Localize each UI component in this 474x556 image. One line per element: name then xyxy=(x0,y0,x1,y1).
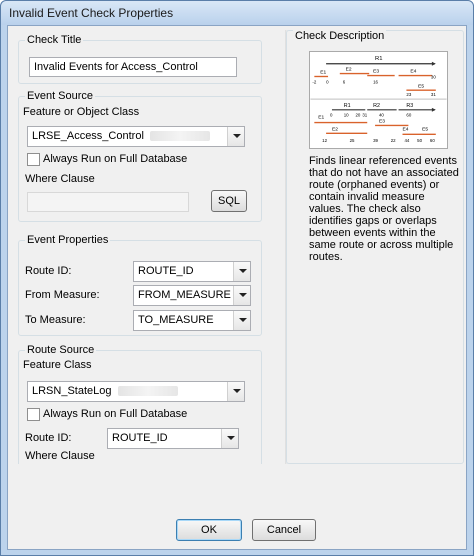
check-title-input[interactable]: Invalid Events for Access_Control xyxy=(29,57,237,77)
sql-button[interactable]: SQL xyxy=(211,190,247,212)
diagram-tick: 12 xyxy=(322,138,327,143)
redacted-text xyxy=(149,131,210,142)
to-measure-value: TO_MEASURE xyxy=(138,314,214,326)
diagram-tick: 16 xyxy=(373,79,378,84)
route-arrow-icon xyxy=(431,61,436,66)
diagram-tick: 31 xyxy=(431,92,436,97)
event-always-run-checkbox[interactable] xyxy=(27,153,40,166)
route-always-run-checkbox[interactable] xyxy=(27,408,40,421)
diagram-tick: 20 xyxy=(355,113,360,118)
chevron-down-icon[interactable] xyxy=(227,127,244,146)
dialog-window: Invalid Event Check Properties Check Tit… xyxy=(0,0,474,556)
diagram-tick: 40 xyxy=(379,113,384,118)
linear-referencing-diagram: R1 E2 E1 E3 E4 -2 0 6 16 30 E5 23 31 R1 … xyxy=(309,51,448,149)
diagram-tick: 30 xyxy=(431,74,436,79)
route-feature-class-combo[interactable]: LRSN_StateLog xyxy=(27,381,245,402)
diagram-tick: 50 xyxy=(417,138,422,143)
diagram-label: E4 xyxy=(410,69,416,75)
route-source-group: Route Source Feature Class LRSN_StateLog… xyxy=(18,344,262,464)
check-title-group-label: Check Title xyxy=(25,34,84,46)
redacted-text xyxy=(117,386,178,397)
cancel-button[interactable]: Cancel xyxy=(252,519,316,541)
route-source-route-id-combo[interactable]: ROUTE_ID xyxy=(107,428,239,449)
check-title-group: Check Title Invalid Events for Access_Co… xyxy=(18,34,262,84)
diagram-tick: 6 xyxy=(343,79,346,84)
diagram-label: E2 xyxy=(332,126,338,132)
route-id-value: ROUTE_ID xyxy=(138,265,194,277)
chevron-down-icon[interactable] xyxy=(227,382,244,401)
event-feature-class-combo[interactable]: LRSE_Access_Control xyxy=(27,126,245,147)
diagram-label: E1 xyxy=(320,70,326,76)
from-measure-label: From Measure: xyxy=(25,289,100,301)
event-source-group-label: Event Source xyxy=(25,90,96,102)
diagram-tick: 60 xyxy=(430,138,435,143)
event-feature-class-value: LRSE_Access_Control xyxy=(32,130,144,142)
check-description-group: Check Description R1 E2 E1 E3 E4 -2 0 6 … xyxy=(286,30,464,464)
event-source-group: Event Source Feature or Object Class LRS… xyxy=(18,90,262,222)
to-measure-combo[interactable]: TO_MEASURE xyxy=(133,310,251,331)
route-where-clause-label: Where Clause xyxy=(25,450,95,462)
chevron-down-icon[interactable] xyxy=(233,286,250,305)
title-bar[interactable]: Invalid Event Check Properties xyxy=(1,1,473,25)
event-properties-group: Event Properties Route ID: ROUTE_ID From… xyxy=(18,234,262,336)
route-arrow-icon xyxy=(431,107,436,112)
event-where-clause-input[interactable] xyxy=(27,192,189,212)
diagram-label: E3 xyxy=(379,119,385,125)
diagram-label: E5 xyxy=(422,126,428,132)
diagram-tick: 39 xyxy=(373,138,378,143)
diagram-label: E5 xyxy=(418,83,424,89)
diagram-tick: 23 xyxy=(406,92,411,97)
check-description-text: Finds linear referenced events that do n… xyxy=(309,155,459,263)
chevron-down-icon[interactable] xyxy=(221,429,238,448)
route-always-run-label: Always Run on Full Database xyxy=(43,408,188,420)
diagram-label: E3 xyxy=(373,69,379,75)
ok-button[interactable]: OK xyxy=(176,519,242,541)
to-measure-label: To Measure: xyxy=(25,314,86,326)
diagram-tick: 22 xyxy=(391,138,396,143)
diagram-label: E2 xyxy=(346,67,352,73)
diagram-tick: 44 xyxy=(404,138,409,143)
chevron-down-icon[interactable] xyxy=(233,311,250,330)
window-title: Invalid Event Check Properties xyxy=(9,6,174,20)
event-always-run-label: Always Run on Full Database xyxy=(43,153,188,165)
chevron-down-icon[interactable] xyxy=(233,262,250,281)
diagram-label: R1 xyxy=(344,103,351,109)
diagram-label: E1 xyxy=(318,115,324,121)
diagram-tick: 0 xyxy=(330,113,333,118)
route-source-route-id-value: ROUTE_ID xyxy=(112,432,168,444)
diagram-tick: 0 xyxy=(326,79,329,84)
dialog-client: Check Title Invalid Events for Access_Co… xyxy=(7,25,467,550)
check-description-group-label: Check Description xyxy=(293,30,387,42)
from-measure-combo[interactable]: FROM_MEASURE xyxy=(133,285,251,306)
route-source-route-id-label: Route ID: xyxy=(25,432,72,444)
diagram-tick: 60 xyxy=(406,113,411,118)
diagram-tick: 31 xyxy=(362,113,367,118)
properties-scroll-pane: Check Title Invalid Events for Access_Co… xyxy=(12,30,284,464)
diagram-tick: -2 xyxy=(312,79,316,84)
event-where-clause-label: Where Clause xyxy=(25,173,95,185)
route-id-label: Route ID: xyxy=(25,265,72,277)
route-feature-class-value: LRSN_StateLog xyxy=(32,385,112,397)
route-source-group-label: Route Source xyxy=(25,344,97,356)
event-properties-group-label: Event Properties xyxy=(25,234,111,246)
diagram-top-route-label: R1 xyxy=(375,56,383,62)
from-measure-value: FROM_MEASURE xyxy=(138,289,231,301)
route-id-combo[interactable]: ROUTE_ID xyxy=(133,261,251,282)
diagram-label: E4 xyxy=(403,126,409,132)
diagram-label: R3 xyxy=(406,103,413,109)
event-feature-class-label: Feature or Object Class xyxy=(23,106,140,118)
diagram-label: R2 xyxy=(373,103,380,109)
route-feature-class-label: Feature Class xyxy=(23,359,92,371)
diagram-tick: 25 xyxy=(350,138,355,143)
diagram-tick: 10 xyxy=(344,113,349,118)
